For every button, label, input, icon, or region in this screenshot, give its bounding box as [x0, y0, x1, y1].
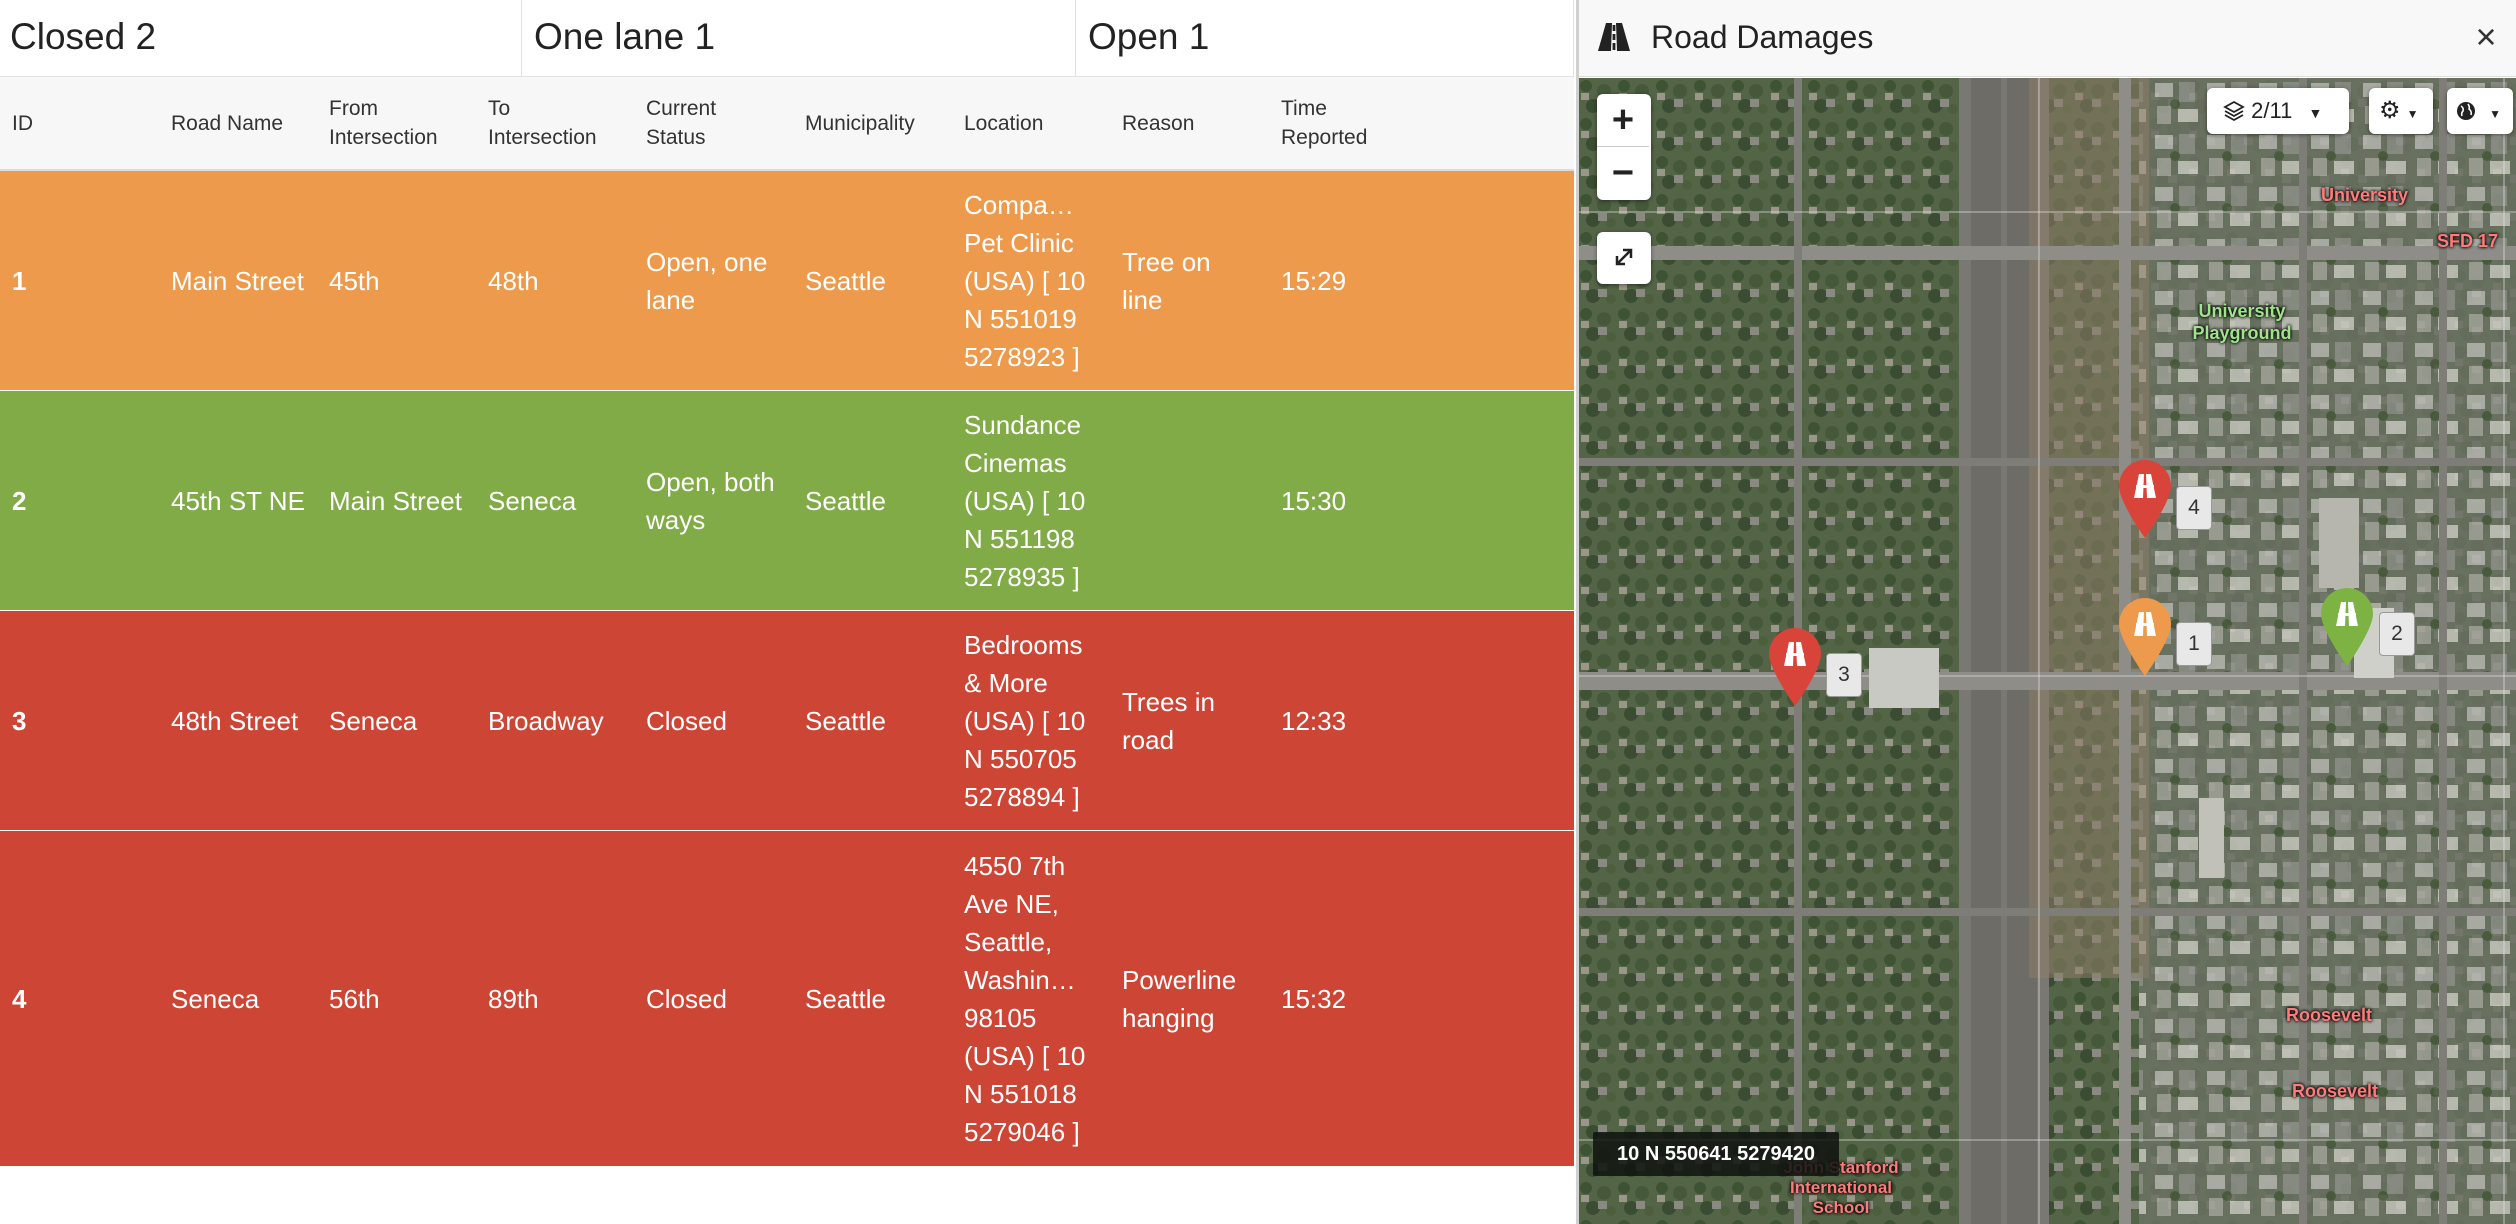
globe-icon — [2457, 102, 2475, 120]
column-header-municipality[interactable]: Municipality — [805, 77, 915, 169]
cell-municipality: Seattle — [805, 705, 886, 736]
cell-time-reported: 15:29 — [1281, 265, 1347, 296]
cursor-coordinates: 10 N 550641 5279420 — [1593, 1132, 1839, 1176]
cell-road-name: 48th Street — [171, 705, 299, 736]
map-label-roosevelt-2: Roosevelt — [2291, 1081, 2379, 1101]
cell-id: 1 — [12, 265, 27, 296]
table-row[interactable]: 1 Main Street 45th 48th Open, one lane S… — [0, 171, 1574, 392]
cell-current-status: Closed — [646, 983, 727, 1014]
cell-current-status: Open, both ways — [646, 466, 775, 535]
cell-current-status: Open, one lane — [646, 246, 768, 315]
cell-time-reported: 15:32 — [1281, 983, 1347, 1014]
basemap-dropdown[interactable]: ▼ — [2447, 88, 2513, 134]
zoom-out-button[interactable]: − — [1597, 147, 1649, 199]
status-summary-bar: Closed 2 One lane 1 Open 1 — [0, 0, 1574, 77]
settings-dropdown[interactable]: ⚙ ▼ — [2369, 88, 2433, 134]
cell-reason: Tree on line — [1122, 246, 1211, 315]
marker-label-1: 1 — [2176, 622, 2212, 666]
cell-road-name: Seneca — [171, 983, 260, 1014]
cell-location: Bedrooms & More (USA) [ 10 N 550705 5278… — [964, 629, 1086, 812]
column-header-current-status[interactable]: Current Status — [646, 77, 756, 169]
cell-id: 2 — [12, 485, 27, 516]
cell-from-intersection: 45th — [329, 265, 380, 296]
cell-municipality: Seattle — [805, 265, 886, 296]
chevron-down-icon: ▼ — [2308, 105, 2323, 121]
column-header-location[interactable]: Location — [964, 77, 1043, 169]
table-row[interactable]: 3 48th Street Seneca Broadway Closed Sea… — [0, 611, 1574, 832]
collapse-button[interactable] — [1597, 232, 1651, 284]
table-header: ID Road Name From Intersection To Inters… — [0, 77, 1574, 172]
cell-reason — [1122, 391, 1242, 610]
cell-current-status: Closed — [646, 705, 727, 736]
gear-icon: ⚙ — [2379, 97, 2401, 124]
cell-to-intersection: Seneca — [488, 485, 577, 516]
table-row[interactable]: 4 Seneca 56th 89th Closed Seattle 4550 7… — [0, 831, 1574, 1168]
cell-location: Compa… Pet Clinic (USA) [ 10 N 551019 52… — [964, 189, 1086, 372]
map-label-playground: University Playground — [2192, 301, 2292, 343]
cell-location: Sundance Cinemas (USA) [ 10 N 551198 527… — [964, 409, 1086, 592]
zoom-control: + − — [1597, 94, 1651, 200]
map-label-sfd: SFD 17 — [2437, 231, 2499, 251]
cell-from-intersection: Seneca — [329, 705, 418, 736]
map-view[interactable]: University SFD 17 University Playground … — [1579, 78, 2516, 1224]
summary-one-lane[interactable]: One lane 1 — [522, 0, 1076, 76]
marker-pin-1[interactable] — [2115, 594, 2175, 678]
column-header-from-intersection[interactable]: From Intersection — [329, 77, 459, 169]
map-label-roosevelt: Roosevelt — [2285, 1005, 2373, 1025]
marker-pin-4[interactable] — [2115, 456, 2175, 540]
cell-municipality: Seattle — [805, 485, 886, 516]
cell-id: 3 — [12, 705, 27, 736]
cell-reason: Powerline hanging — [1122, 964, 1237, 1033]
cell-municipality: Seattle — [805, 983, 886, 1014]
map-label-university: University — [2321, 185, 2409, 205]
cell-id: 4 — [12, 983, 27, 1014]
chevron-down-icon: ▼ — [2489, 107, 2502, 121]
column-header-reason[interactable]: Reason — [1122, 77, 1194, 169]
zoom-in-button[interactable]: + — [1597, 94, 1649, 147]
column-header-time-reported[interactable]: Time Reported — [1281, 77, 1391, 169]
cell-to-intersection: 48th — [488, 265, 539, 296]
cell-road-name: Main Street — [171, 265, 304, 296]
compress-icon — [1615, 248, 1633, 266]
panel-title: Road Damages — [1651, 19, 1874, 55]
layers-dropdown[interactable]: 2/11 ▼ — [2207, 88, 2349, 134]
chevron-down-icon: ▼ — [2406, 107, 2419, 121]
marker-label-4: 4 — [2176, 486, 2212, 530]
close-button[interactable]: × — [2463, 14, 2509, 60]
cell-road-name: 45th ST NE — [171, 485, 305, 516]
column-header-id[interactable]: ID — [12, 77, 33, 169]
cell-location: 4550 7th Ave NE, Seattle, Washin… 98105 … — [964, 850, 1086, 1147]
cell-from-intersection: 56th — [329, 983, 380, 1014]
column-header-to-intersection[interactable]: To Intersection — [488, 77, 618, 169]
marker-pin-3[interactable] — [1765, 624, 1825, 708]
cell-from-intersection: Main Street — [329, 485, 462, 516]
road-damages-map-panel: Road Damages × University SFD 17 Univers… — [1576, 0, 2516, 1224]
cell-time-reported: 12:33 — [1281, 705, 1347, 736]
column-header-road-name[interactable]: Road Name — [171, 77, 283, 169]
layers-count: 2/11 — [2251, 98, 2293, 123]
marker-label-2: 2 — [2379, 612, 2415, 656]
marker-label-3: 3 — [1826, 653, 1862, 697]
layers-icon — [2223, 100, 2245, 122]
cell-time-reported: 15:30 — [1281, 485, 1347, 516]
summary-closed[interactable]: Closed 2 — [0, 0, 522, 76]
road-damages-table-panel: Closed 2 One lane 1 Open 1 ID Road Name … — [0, 0, 1574, 1224]
cell-reason: Trees in road — [1122, 686, 1215, 755]
cell-to-intersection: Broadway — [488, 705, 604, 736]
cell-to-intersection: 89th — [488, 983, 539, 1014]
table-row[interactable]: 2 45th ST NE Main Street Seneca Open, bo… — [0, 391, 1574, 612]
road-icon — [1598, 23, 1630, 51]
panel-header: Road Damages × — [1579, 0, 2516, 77]
summary-open[interactable]: Open 1 — [1076, 0, 1574, 76]
marker-pin-2[interactable] — [2317, 584, 2377, 668]
